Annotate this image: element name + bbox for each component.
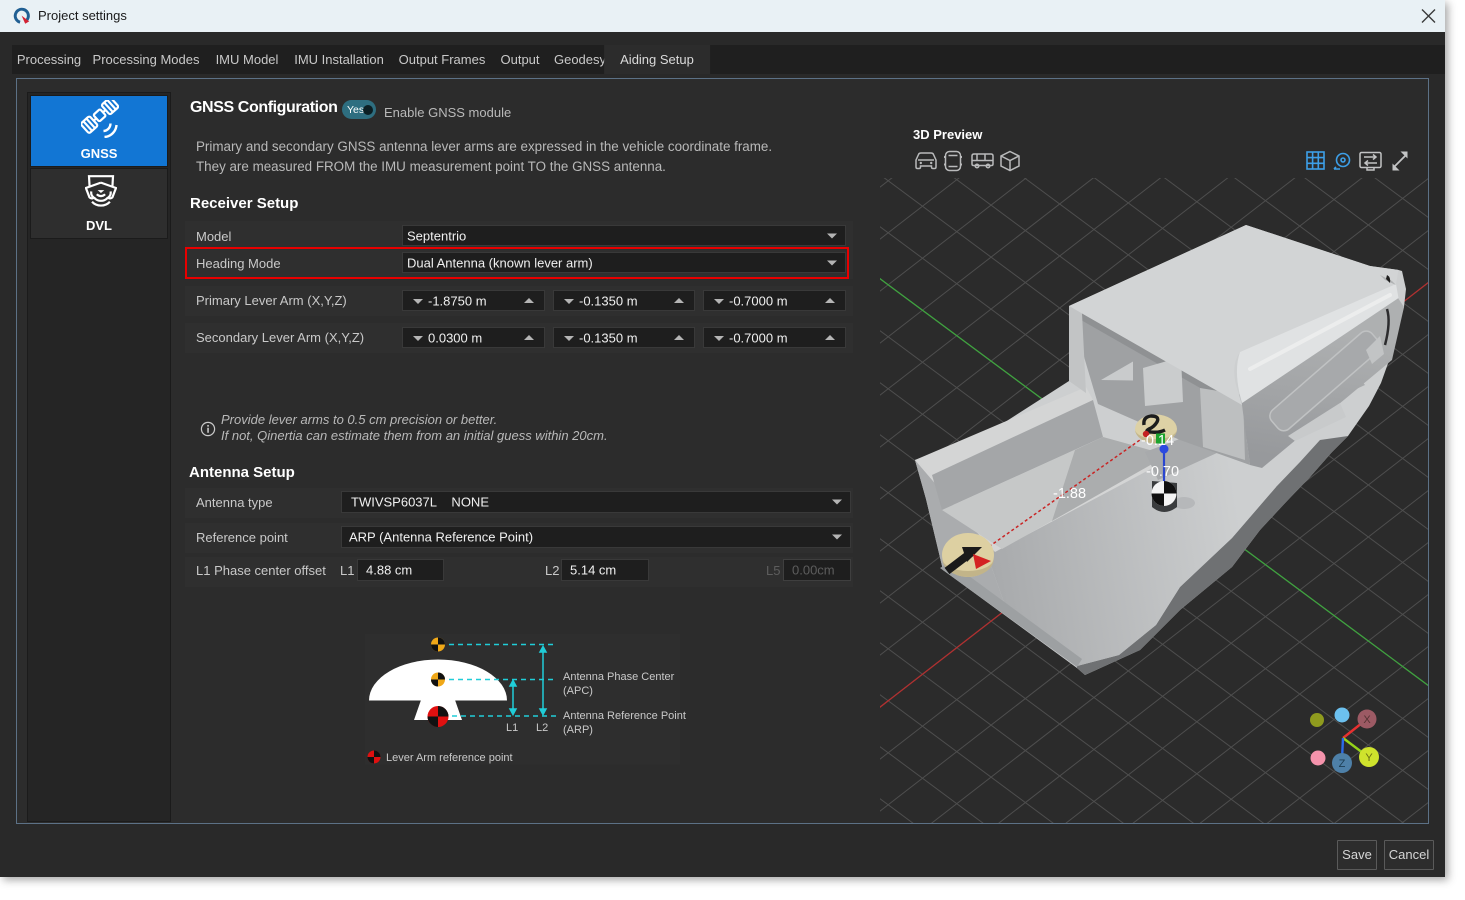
svg-text:(ARP): (ARP) (563, 724, 593, 736)
svg-text:-0.14: -0.14 (1141, 433, 1174, 449)
svg-text:Antenna Reference Point: Antenna Reference Point (563, 710, 686, 722)
svg-text:Z: Z (1339, 758, 1346, 770)
svg-text:L2: L2 (536, 722, 548, 734)
svg-text:Y: Y (1365, 752, 1373, 764)
svg-text:X: X (1363, 714, 1371, 726)
svg-text:-0.70: -0.70 (1146, 464, 1179, 480)
svg-text:-1.88: -1.88 (1053, 486, 1086, 502)
svg-text:Antenna Phase Center: Antenna Phase Center (563, 671, 675, 683)
svg-text:L1: L1 (506, 722, 518, 734)
svg-text:Lever Arm reference point: Lever Arm reference point (386, 752, 513, 764)
svg-text:(APC): (APC) (563, 685, 593, 697)
